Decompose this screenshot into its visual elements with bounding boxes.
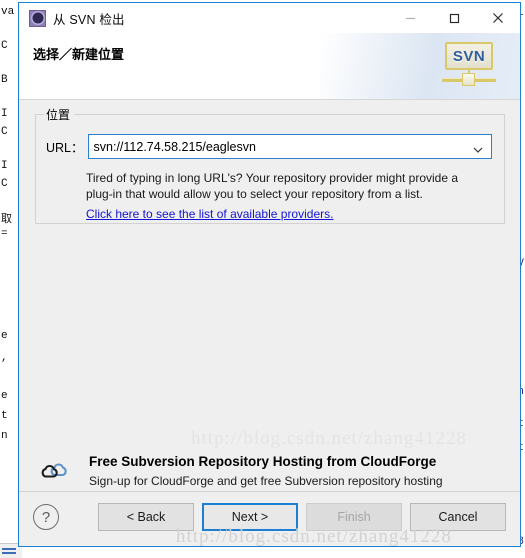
background-code-line: C xyxy=(1,178,8,190)
dialog-header: 选择／新建位置 SVN xyxy=(19,33,520,100)
background-code-line: C xyxy=(1,40,8,52)
back-button[interactable]: < Back xyxy=(98,503,194,531)
providers-link[interactable]: Click here to see the list of available … xyxy=(86,207,333,221)
url-row: URL： svn://112.74.58.215/eaglesvn xyxy=(46,134,492,159)
dialog-titlebar: 从 SVN 检出 xyxy=(19,3,520,33)
help-button[interactable]: ? xyxy=(33,504,59,530)
cloud-icon xyxy=(41,460,75,482)
background-code-line: 取 xyxy=(1,214,12,226)
background-code-line: I xyxy=(1,160,8,172)
svn-logo-node xyxy=(462,73,475,86)
background-code-line: va xyxy=(1,6,15,18)
promo-line-1: Sign-up for CloudForge and get free Subv… xyxy=(89,474,443,488)
background-code-line: C xyxy=(1,126,8,138)
svn-logo: SVN xyxy=(442,42,496,90)
svn-repository-icon xyxy=(29,9,46,27)
wizard-buttons: < Back Next > Finish Cancel xyxy=(98,503,506,531)
maximize-icon[interactable] xyxy=(432,3,476,33)
dialog-title: 从 SVN 检出 xyxy=(53,12,125,27)
background-code-line: t xyxy=(1,410,8,422)
background-code-line: e xyxy=(1,390,8,402)
background-code-line: = xyxy=(1,228,8,240)
page-title: 选择／新建位置 xyxy=(33,47,125,62)
background-code-line: n xyxy=(1,430,8,442)
minimize-icon[interactable] xyxy=(388,3,432,33)
url-hint-text: Tired of typing in long URL's? Your repo… xyxy=(86,171,459,201)
background-code-line: B xyxy=(1,74,8,86)
location-group-label: 位置 xyxy=(44,106,75,123)
next-button[interactable]: Next > xyxy=(202,503,298,531)
window-controls xyxy=(388,3,520,33)
watermark-middle: http://blog.csdn.net/zhang41228 xyxy=(191,428,467,449)
location-group: 位置 URL： svn://112.74.58.215/eaglesvn Tir… xyxy=(35,106,505,224)
promo-title: Free Subversion Repository Hosting from … xyxy=(89,454,437,469)
chevron-down-icon[interactable] xyxy=(473,142,483,153)
url-combobox[interactable]: svn://112.74.58.215/eaglesvn xyxy=(87,134,492,159)
url-input[interactable]: svn://112.74.58.215/eaglesvn xyxy=(89,140,256,154)
svn-logo-text: SVN xyxy=(445,42,493,70)
screen: vaCBICIC取=e,etn reVEnatbt28 从 SVN 检出 xyxy=(0,0,525,558)
finish-button: Finish xyxy=(306,503,402,531)
dialog-body: 位置 URL： svn://112.74.58.215/eaglesvn Tir… xyxy=(19,100,520,503)
url-label: URL： xyxy=(46,141,84,155)
close-icon[interactable] xyxy=(476,3,520,33)
checkout-from-svn-dialog: 从 SVN 检出 选择／新建位置 SVN 位置 URL： svn://112.7… xyxy=(18,2,521,547)
dialog-footer: ? < Back Next > Finish Cancel xyxy=(19,491,520,546)
cancel-button[interactable]: Cancel xyxy=(410,503,506,531)
background-code-line: , xyxy=(1,352,8,364)
background-code-line: e xyxy=(1,330,8,342)
background-code-line: I xyxy=(1,108,8,120)
